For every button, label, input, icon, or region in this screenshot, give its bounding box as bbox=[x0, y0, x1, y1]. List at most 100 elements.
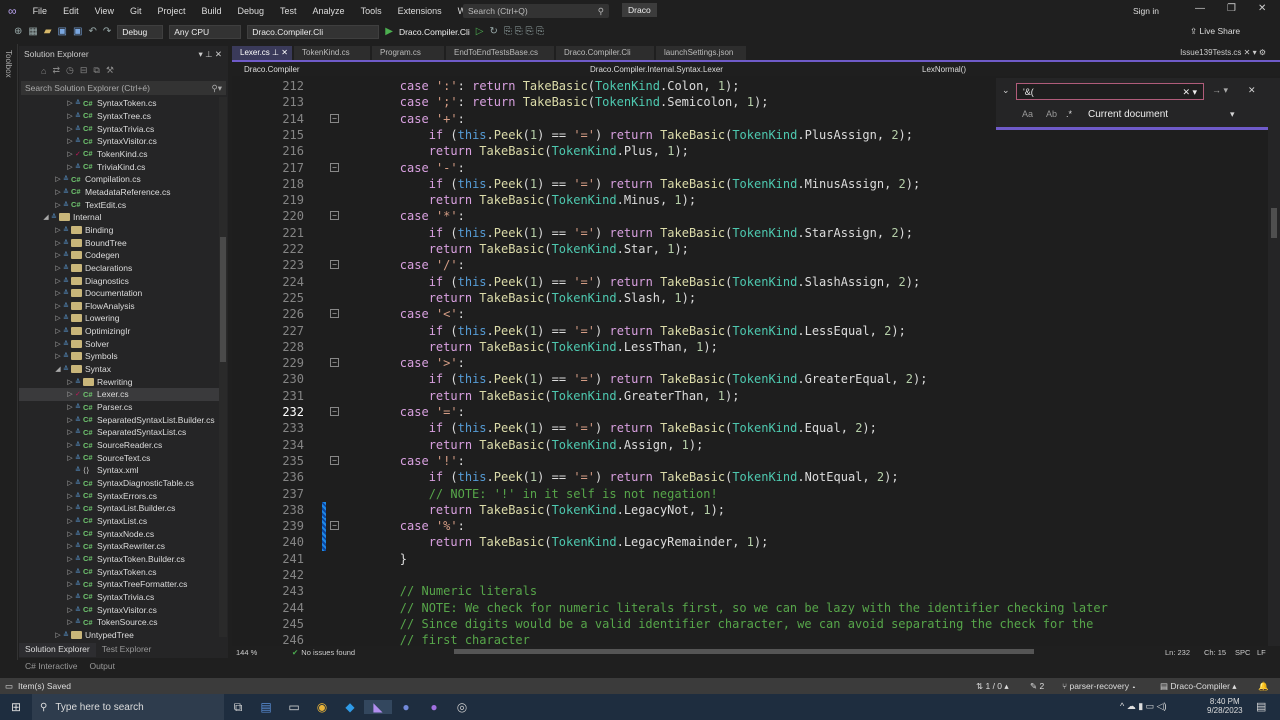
clock[interactable]: 8:40 PM 9/28/2023 bbox=[1207, 697, 1243, 715]
menu-test[interactable]: Test bbox=[272, 6, 305, 16]
tab-draco-compiler-cli[interactable]: Draco.Compiler.Cli bbox=[556, 46, 654, 60]
collapsed-icon[interactable]: ▷ bbox=[53, 277, 63, 285]
git-branch[interactable]: ⑂ parser-recovery ▴ bbox=[1062, 681, 1136, 691]
tab-issue139tests[interactable]: Issue139Tests.cs ✕ ▾ ⚙ bbox=[1180, 48, 1266, 57]
start-without-debug-icon[interactable]: ▷ bbox=[476, 26, 484, 37]
collapsed-icon[interactable]: ▷ bbox=[65, 137, 75, 145]
tree-item[interactable]: ▷ ≙ Rewriting bbox=[19, 375, 219, 388]
collapse-icon[interactable]: − bbox=[330, 162, 339, 172]
tree-item[interactable]: ▷ ≙ Codegen bbox=[19, 249, 219, 262]
collapsed-icon[interactable]: ▷ bbox=[65, 441, 75, 449]
collapsed-icon[interactable]: ▷ bbox=[53, 289, 63, 297]
minimize-button[interactable]: — bbox=[1195, 3, 1205, 14]
collapsed-icon[interactable]: ▷ bbox=[65, 378, 75, 386]
collapsed-icon[interactable]: ▷ bbox=[65, 555, 75, 563]
notification-icon[interactable]: ▭ bbox=[0, 681, 18, 692]
vscode-icon[interactable]: ◆ bbox=[336, 700, 364, 714]
collapsed-icon[interactable]: ▷ bbox=[53, 175, 63, 183]
tree-item[interactable]: ▷ ≙ Symbols bbox=[19, 350, 219, 363]
tab-tokenkind-cs[interactable]: TokenKind.cs bbox=[294, 46, 370, 60]
tree-item[interactable]: ▷ ≙ C# SyntaxTrivia.cs bbox=[19, 122, 219, 135]
terminal-icon[interactable]: ▭ bbox=[280, 700, 308, 714]
tree-item[interactable]: ▷ ≙ C# SyntaxVisitor.cs bbox=[19, 603, 219, 616]
tree-item[interactable]: ▷ ≙ C# SyntaxList.cs bbox=[19, 515, 219, 528]
notifications-bell-icon[interactable]: 🔔 bbox=[1258, 681, 1269, 692]
collapsed-icon[interactable]: ▷ bbox=[65, 618, 75, 626]
tab-test-explorer[interactable]: Test Explorer bbox=[96, 643, 158, 657]
collapsed-icon[interactable]: ▷ bbox=[53, 201, 63, 209]
collapsed-icon[interactable]: ▷ bbox=[53, 264, 63, 272]
tree-item[interactable]: ▷ ≙ Declarations bbox=[19, 262, 219, 275]
collapse-icon[interactable]: − bbox=[330, 260, 339, 270]
obs-icon[interactable]: ◎ bbox=[448, 700, 476, 714]
collapsed-icon[interactable]: ▷ bbox=[65, 416, 75, 424]
tree-item[interactable]: ▷ ≙ C# TokenSource.cs bbox=[19, 616, 219, 629]
collapse-icon[interactable]: − bbox=[330, 211, 339, 221]
zoom-level[interactable]: 144 % bbox=[232, 648, 292, 657]
menu-file[interactable]: File bbox=[25, 6, 56, 16]
tree-item[interactable]: ▷ ≙ FlowAnalysis bbox=[19, 300, 219, 313]
collapsed-icon[interactable]: ▷ bbox=[65, 125, 75, 133]
tab-solution-explorer[interactable]: Solution Explorer bbox=[19, 643, 96, 657]
action-center-icon[interactable]: ▤ bbox=[1256, 700, 1266, 713]
menu-build[interactable]: Build bbox=[193, 6, 229, 16]
collapse-icon[interactable]: − bbox=[330, 113, 339, 123]
collapse-all-icon[interactable]: ⊟ bbox=[80, 65, 88, 76]
collapsed-icon[interactable]: ▷ bbox=[65, 454, 75, 462]
collapse-icon[interactable]: − bbox=[330, 309, 339, 319]
collapsed-icon[interactable]: ▷ bbox=[53, 302, 63, 310]
start-debug-button[interactable]: Draco.Compiler.Cli bbox=[399, 27, 470, 37]
taskbar-search[interactable]: ⚲ Type here to search bbox=[32, 694, 224, 720]
menu-project[interactable]: Project bbox=[149, 6, 193, 16]
collapsed-icon[interactable]: ▷ bbox=[65, 163, 75, 171]
editor-vertical-scrollbar[interactable] bbox=[1268, 78, 1280, 646]
live-share-button[interactable]: ⇪ Live Share bbox=[1190, 26, 1240, 37]
collapse-icon[interactable]: − bbox=[330, 358, 339, 368]
save-all-icon[interactable]: ▣ bbox=[73, 26, 82, 37]
toolbox-strip[interactable]: Toolbox bbox=[0, 44, 18, 660]
tree-item[interactable]: ▷ ✓ C# Lexer.cs bbox=[19, 388, 219, 401]
tree-item[interactable]: ▷ ≙ C# SyntaxTree.cs bbox=[19, 110, 219, 123]
tree-item[interactable]: ▷ ≙ C# SyntaxDiagnosticTable.cs bbox=[19, 477, 219, 490]
menu-view[interactable]: View bbox=[87, 6, 122, 16]
system-tray-icons[interactable]: ^ ☁ ▮ ▭ ◁) bbox=[1120, 701, 1167, 712]
member-dropdown[interactable]: LexNormal() bbox=[912, 65, 966, 74]
collapsed-icon[interactable]: ▷ bbox=[65, 150, 75, 158]
tree-item[interactable]: ▷ ≙ Solver bbox=[19, 337, 219, 350]
tree-item[interactable]: ▷ ≙ C# SyntaxTreeFormatter.cs bbox=[19, 578, 219, 591]
find-scope-select[interactable]: Current document bbox=[1088, 109, 1168, 120]
tree-item[interactable]: ≙ ⟨⟩ Syntax.xml bbox=[19, 464, 219, 477]
menu-analyze[interactable]: Analyze bbox=[305, 6, 353, 16]
tree-item[interactable]: ▷ ≙ C# SyntaxRewriter.cs bbox=[19, 540, 219, 553]
find-next-icon[interactable]: → ▾ bbox=[1212, 85, 1228, 96]
collapsed-icon[interactable]: ▷ bbox=[65, 530, 75, 538]
collapse-icon[interactable]: − bbox=[330, 407, 339, 416]
collapsed-icon[interactable]: ▷ bbox=[65, 112, 75, 120]
tree-item[interactable]: ▷ ≙ C# SeparatedSyntaxList.Builder.cs bbox=[19, 413, 219, 426]
back-icon[interactable]: ⊕ bbox=[14, 26, 22, 37]
platform-select[interactable]: Any CPU bbox=[169, 24, 242, 39]
collapsed-icon[interactable]: ▷ bbox=[53, 251, 63, 259]
close-tab-icon[interactable]: ⊥ ✕ bbox=[270, 48, 288, 57]
git-updown[interactable]: ⇅ 1 / 0 ▴ bbox=[976, 681, 1009, 692]
tree-item[interactable]: ▷ ≙ C# SyntaxList.Builder.cs bbox=[19, 502, 219, 515]
tree-item[interactable]: ▷ ≙ C# SeparatedSyntaxList.cs bbox=[19, 426, 219, 439]
search-box[interactable]: Search (Ctrl+Q) ⚲ bbox=[463, 4, 609, 18]
regex-icon[interactable]: .* bbox=[1066, 109, 1072, 119]
git-repo[interactable]: ▤ Draco-Compiler ▴ bbox=[1160, 681, 1237, 692]
clear-find-icon[interactable]: ✕ ▾ bbox=[1182, 87, 1197, 98]
tree-item[interactable]: ▷ ≙ C# SyntaxVisitor.cs bbox=[19, 135, 219, 148]
solution-search-input[interactable]: Search Solution Explorer (Ctrl+é) ⚲▾ bbox=[21, 81, 226, 95]
collapsed-icon[interactable]: ▷ bbox=[65, 403, 75, 411]
menu-edit[interactable]: Edit bbox=[55, 6, 87, 16]
show-all-icon[interactable]: ⧉ bbox=[93, 65, 99, 76]
tree-item[interactable]: ▷ ✓ C# TokenKind.cs bbox=[19, 148, 219, 161]
start-icon[interactable]: ▶ bbox=[385, 26, 393, 37]
tree-item[interactable]: ▷ ≙ C# SyntaxErrors.cs bbox=[19, 489, 219, 502]
undo-icon[interactable]: ↶ bbox=[88, 26, 96, 37]
menu-extensions[interactable]: Extensions bbox=[390, 6, 450, 16]
indent-mode[interactable]: SPC bbox=[1235, 648, 1250, 657]
properties-icon[interactable]: ⚒ bbox=[106, 65, 114, 76]
tree-item[interactable]: ▷ ≙ C# SyntaxToken.cs bbox=[19, 97, 219, 110]
collapsed-icon[interactable]: ▷ bbox=[53, 239, 63, 247]
